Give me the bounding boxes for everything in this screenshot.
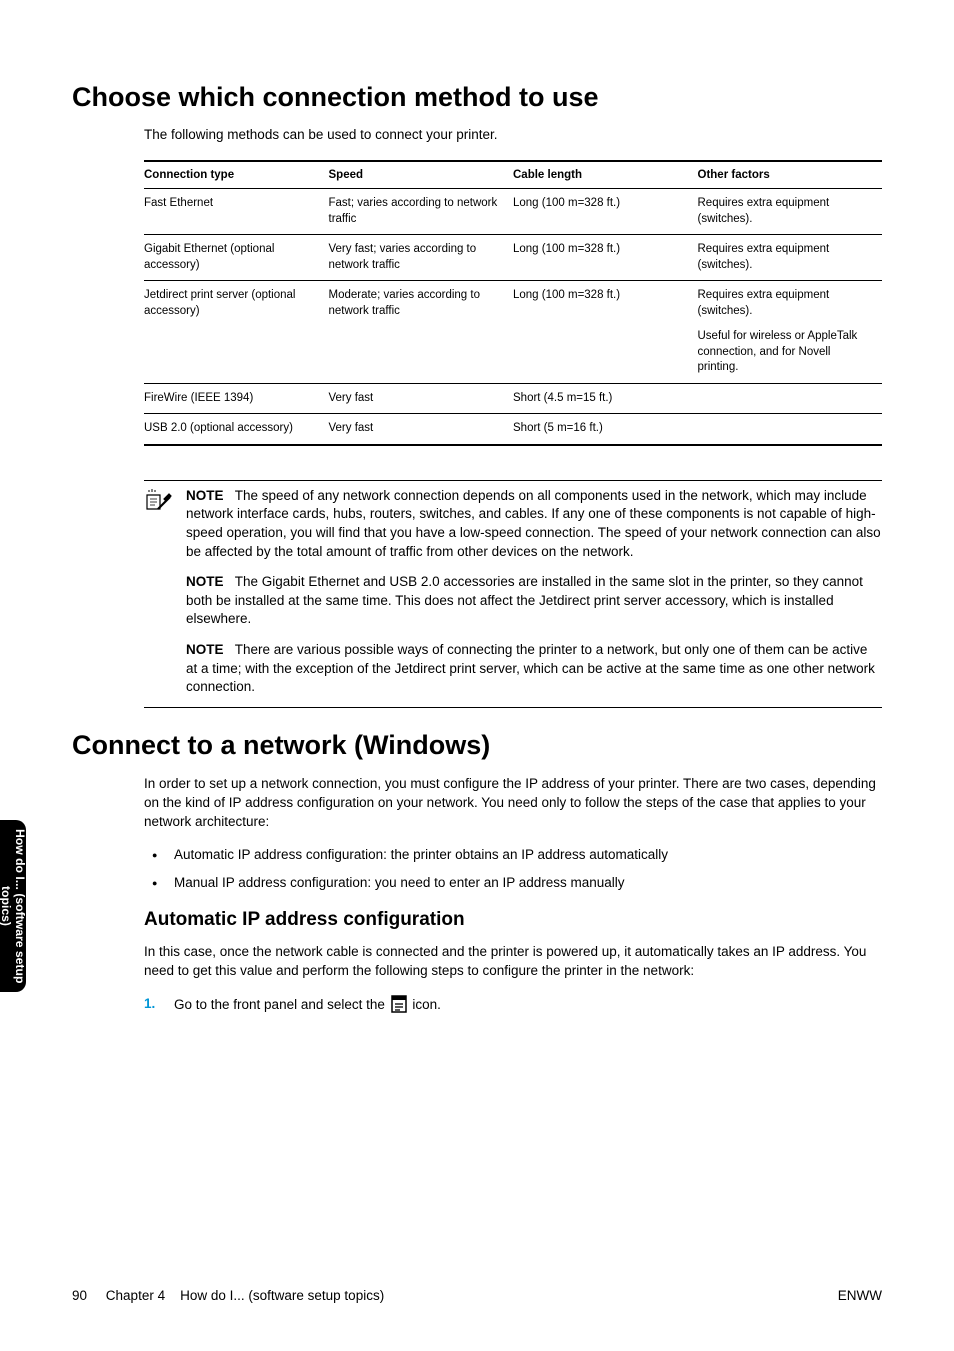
th-other-factors: Other factors	[698, 161, 883, 189]
cell-cable-length: Long (100 m=328 ft.)	[513, 235, 698, 281]
cell-cable-length: Short (5 m=16 ft.)	[513, 414, 698, 445]
cell-connection-type: FireWire (IEEE 1394)	[144, 383, 329, 414]
note-label: NOTE	[186, 488, 224, 503]
note-text-1: The speed of any network connection depe…	[186, 488, 881, 559]
cell-connection-type: Gigabit Ethernet (optional accessory)	[144, 235, 329, 281]
list-item: Automatic IP address configuration: the …	[144, 846, 882, 865]
note-block: NOTE The speed of any network connection…	[144, 480, 882, 708]
cell-other-factors	[698, 383, 883, 414]
cell-other-factors: Requires extra equipment (switches).	[698, 235, 883, 281]
intro-text-connection-methods: The following methods can be used to con…	[144, 127, 882, 142]
cell-cable-length: Long (100 m=328 ft.)	[513, 281, 698, 384]
cell-other-factors-a: Requires extra equipment (switches).	[698, 289, 830, 317]
table-row: Gigabit Ethernet (optional accessory) Ve…	[144, 235, 882, 281]
cell-other-factors	[698, 414, 883, 445]
steps-list: 1. Go to the front panel and select the …	[144, 995, 882, 1019]
cell-speed: Very fast	[329, 414, 514, 445]
list-item: Manual IP address configuration: you nee…	[144, 874, 882, 893]
cell-speed: Very fast; varies according to network t…	[329, 235, 514, 281]
cell-connection-type: USB 2.0 (optional accessory)	[144, 414, 329, 445]
cell-other-factors-b: Useful for wireless or AppleTalk connect…	[698, 329, 875, 376]
note-icon	[144, 487, 172, 699]
cell-connection-type: Fast Ethernet	[144, 189, 329, 235]
connection-methods-table: Connection type Speed Cable length Other…	[144, 160, 882, 446]
chapter-title: How do I... (software setup topics)	[180, 1288, 384, 1303]
table-row: Fast Ethernet Fast; varies according to …	[144, 189, 882, 235]
note-paragraph-2: NOTE The Gigabit Ethernet and USB 2.0 ac…	[186, 573, 882, 629]
ip-config-options-list: Automatic IP address configuration: the …	[144, 846, 882, 894]
cell-other-factors: Requires extra equipment (switches). Use…	[698, 281, 883, 384]
cell-speed: Moderate; varies according to network tr…	[329, 281, 514, 384]
table-row: USB 2.0 (optional accessory) Very fast S…	[144, 414, 882, 445]
automatic-ip-intro: In this case, once the network cable is …	[144, 943, 882, 981]
th-connection-type: Connection type	[144, 161, 329, 189]
side-tab-label: How do I... (software setup topics)	[0, 820, 27, 992]
heading-connect-windows: Connect to a network (Windows)	[72, 730, 882, 761]
note-text-2: The Gigabit Ethernet and USB 2.0 accesso…	[186, 574, 863, 626]
note-paragraph-3: NOTE There are various possible ways of …	[186, 641, 882, 697]
cell-cable-length: Short (4.5 m=15 ft.)	[513, 383, 698, 414]
heading-automatic-ip: Automatic IP address configuration	[144, 909, 882, 931]
cell-other-factors: Requires extra equipment (switches).	[698, 189, 883, 235]
table-header-row: Connection type Speed Cable length Other…	[144, 161, 882, 189]
step-text-a: Go to the front panel and select the	[174, 997, 389, 1012]
th-speed: Speed	[329, 161, 514, 189]
table-row: Jetdirect print server (optional accesso…	[144, 281, 882, 384]
note-paragraph-1: NOTE The speed of any network connection…	[186, 487, 882, 562]
chapter-label: Chapter 4	[106, 1288, 165, 1303]
page-footer: 90 Chapter 4 How do I... (software setup…	[72, 1288, 882, 1303]
side-tab: How do I... (software setup topics)	[0, 820, 26, 992]
footer-right: ENWW	[838, 1288, 882, 1303]
footer-left: 90 Chapter 4 How do I... (software setup…	[72, 1288, 384, 1303]
setup-menu-icon	[391, 995, 407, 1019]
cell-connection-type: Jetdirect print server (optional accesso…	[144, 281, 329, 384]
cell-cable-length: Long (100 m=328 ft.)	[513, 189, 698, 235]
step-item: 1. Go to the front panel and select the …	[144, 995, 882, 1019]
cell-speed: Very fast	[329, 383, 514, 414]
heading-choose-connection: Choose which connection method to use	[72, 82, 882, 113]
note-text-3: There are various possible ways of conne…	[186, 642, 875, 694]
note-label: NOTE	[186, 642, 224, 657]
step-text-b: icon.	[412, 997, 441, 1012]
step-number: 1.	[144, 995, 155, 1014]
th-cable-length: Cable length	[513, 161, 698, 189]
cell-speed: Fast; varies according to network traffi…	[329, 189, 514, 235]
connect-intro-text: In order to set up a network connection,…	[144, 775, 882, 832]
table-row: FireWire (IEEE 1394) Very fast Short (4.…	[144, 383, 882, 414]
page-number: 90	[72, 1288, 87, 1303]
note-label: NOTE	[186, 574, 224, 589]
